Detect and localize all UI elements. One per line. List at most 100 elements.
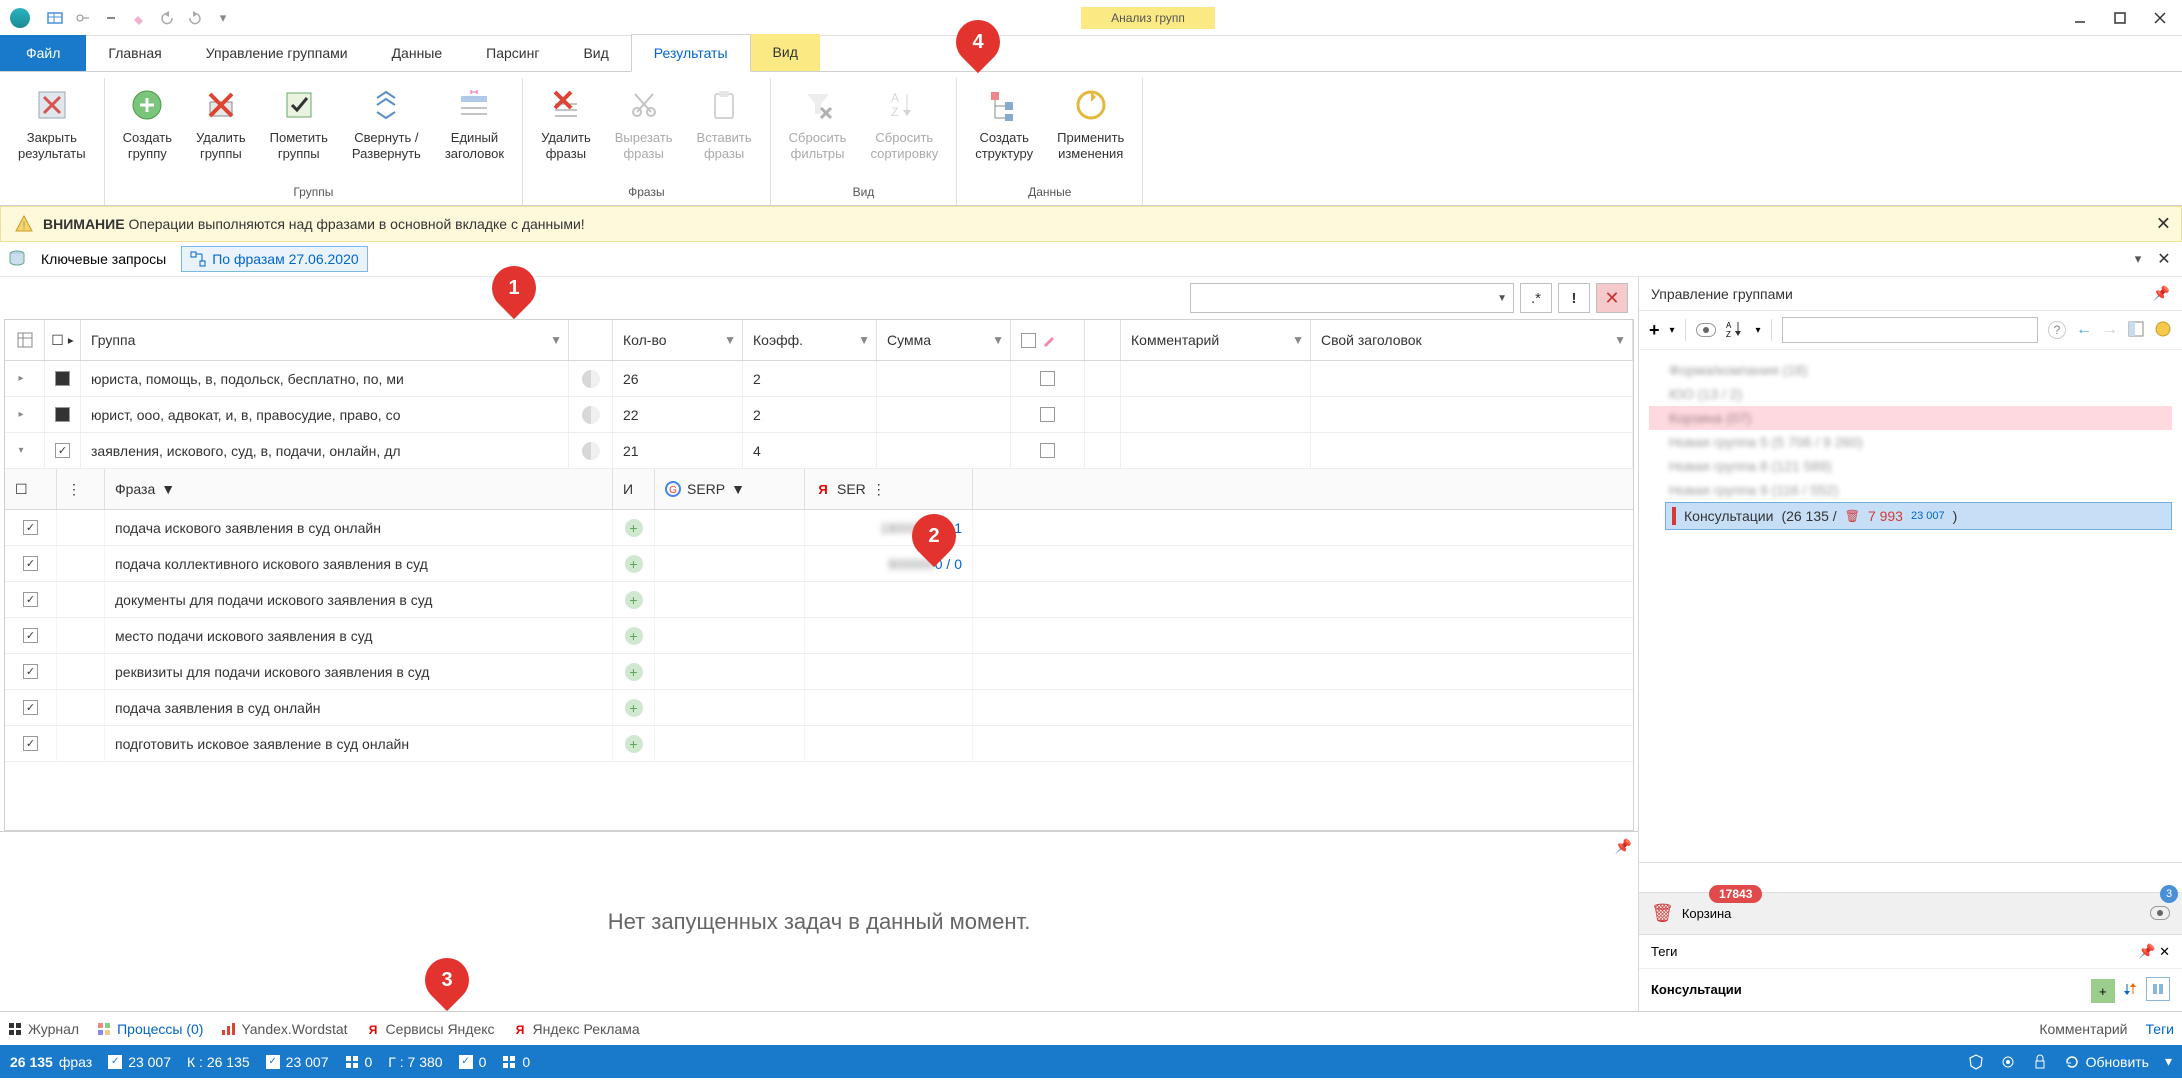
- status-settings-icon[interactable]: [2000, 1054, 2016, 1070]
- arrow-right-icon[interactable]: →: [2102, 321, 2118, 339]
- filter-icon[interactable]: ▼: [731, 481, 745, 497]
- regex-button[interactable]: .*: [1520, 283, 1552, 313]
- help-icon[interactable]: ?: [2048, 321, 2066, 339]
- minimize-button[interactable]: [2062, 4, 2098, 32]
- subcol-picker-icon[interactable]: ☐: [15, 481, 28, 498]
- btab-comment[interactable]: Комментарий: [2039, 1021, 2127, 1037]
- pin-icon[interactable]: 📌: [2153, 285, 2170, 302]
- plus-icon[interactable]: +: [625, 555, 643, 573]
- eye-icon[interactable]: [2150, 906, 2170, 920]
- row-checkbox[interactable]: [23, 628, 38, 643]
- qat-link-icon[interactable]: [100, 7, 122, 29]
- subcol-menu-icon[interactable]: ⋮: [67, 481, 81, 498]
- add-tag-icon[interactable]: +: [2091, 979, 2115, 1003]
- filter-icon[interactable]: ▼: [724, 333, 736, 347]
- filter-combo[interactable]: ▼: [1190, 283, 1514, 313]
- exact-button[interactable]: !: [1558, 283, 1590, 313]
- sort-az-icon[interactable]: AZ: [1726, 320, 1746, 341]
- tree-item[interactable]: Новая группа 8 (121 589): [1649, 454, 2172, 478]
- plus-icon[interactable]: +: [625, 591, 643, 609]
- tree-item[interactable]: ЮО (13 / 2): [1649, 382, 2172, 406]
- btab-processes[interactable]: Процессы (0): [97, 1021, 203, 1037]
- tree-item[interactable]: Новая группа 5 (5 706 / 9 260): [1649, 430, 2172, 454]
- col-qty[interactable]: Кол-во▼: [613, 320, 743, 360]
- row-checkbox[interactable]: [55, 371, 70, 386]
- qat-key-icon[interactable]: [72, 7, 94, 29]
- collapse-expand-button[interactable]: Свернуть / Развернуть: [344, 78, 429, 181]
- row-checkbox[interactable]: [23, 556, 38, 571]
- delete-groups-button[interactable]: Удалить группы: [188, 78, 254, 181]
- inner-tab-keywords[interactable]: Ключевые запросы: [32, 246, 175, 272]
- qat-undo-icon[interactable]: [156, 7, 178, 29]
- col-custom[interactable]: Свой заголовок▼: [1311, 320, 1633, 360]
- row-checkbox[interactable]: [1040, 443, 1055, 458]
- maximize-button[interactable]: [2102, 4, 2138, 32]
- expander-icon[interactable]: ▸: [19, 373, 31, 385]
- list-item[interactable]: реквизиты для подачи искового заявления …: [5, 654, 1633, 690]
- btab-ads[interactable]: ЯЯндекс Реклама: [513, 1021, 640, 1037]
- col-checkbox[interactable]: [1011, 320, 1085, 360]
- plus-icon[interactable]: +: [625, 699, 643, 717]
- filter-icon[interactable]: ▼: [161, 481, 175, 497]
- col-group[interactable]: Группа▼: [81, 320, 569, 360]
- tab-context-view[interactable]: Вид: [751, 34, 820, 71]
- coin-icon[interactable]: [2154, 320, 2172, 341]
- expander-icon[interactable]: ▸: [19, 409, 31, 421]
- table-row[interactable]: ▾заявления, искового, суд, в, подачи, он…: [5, 433, 1633, 469]
- tab-data[interactable]: Данные: [370, 35, 465, 71]
- row-checkbox[interactable]: [1040, 371, 1055, 386]
- right-combo[interactable]: [1782, 317, 2038, 343]
- clear-filter-button[interactable]: ✕: [1596, 283, 1628, 313]
- inner-tab-byphrases[interactable]: По фразам 27.06.2020: [181, 246, 367, 272]
- tree-item[interactable]: Форма/компания (18): [1649, 358, 2172, 382]
- status-dropdown-icon[interactable]: ▾: [2165, 1053, 2172, 1070]
- qat-erase-icon[interactable]: [128, 7, 150, 29]
- filter-icon[interactable]: ▼: [992, 333, 1004, 347]
- status-refresh-button[interactable]: Обновить: [2064, 1054, 2149, 1070]
- col-comment[interactable]: Комментарий▼: [1121, 320, 1311, 360]
- row-checkbox[interactable]: [23, 592, 38, 607]
- col-coef[interactable]: Коэфф.▼: [743, 320, 877, 360]
- btab-tags[interactable]: Теги: [2146, 1021, 2174, 1037]
- inner-tabs-dropdown[interactable]: ▾: [2128, 251, 2148, 267]
- subcol-and[interactable]: И: [613, 469, 655, 509]
- plus-icon[interactable]: +: [625, 519, 643, 537]
- plus-icon[interactable]: +: [625, 627, 643, 645]
- single-header-button[interactable]: Единый заголовок: [437, 78, 512, 181]
- tree-item[interactable]: Корзина (07): [1649, 406, 2172, 430]
- row-checkbox[interactable]: [1040, 407, 1055, 422]
- tab-view[interactable]: Вид: [561, 35, 630, 71]
- list-item[interactable]: подача искового заявления в суд онлайн+1…: [5, 510, 1633, 546]
- tab-main[interactable]: Главная: [86, 35, 183, 71]
- row-checkbox[interactable]: [55, 407, 70, 422]
- close-window-button[interactable]: [2142, 4, 2178, 32]
- list-item[interactable]: место подачи искового заявления в суд+: [5, 618, 1633, 654]
- eye-icon[interactable]: [1696, 323, 1716, 337]
- column-menu-icon[interactable]: ⋮: [872, 481, 886, 498]
- tag-view-icon[interactable]: [2146, 977, 2170, 1001]
- tab-results[interactable]: Результаты: [631, 34, 751, 72]
- create-group-button[interactable]: Создать группу: [115, 78, 180, 181]
- tab-groups[interactable]: Управление группами: [184, 35, 370, 71]
- btab-services[interactable]: ЯСервисы Яндекс: [366, 1021, 495, 1037]
- subcol-yserp[interactable]: Я SER ⋮: [805, 469, 973, 509]
- close-panel-icon[interactable]: ✕: [2159, 944, 2170, 959]
- row-checkbox[interactable]: [23, 520, 38, 535]
- table-row[interactable]: ▸юрист, ооо, адвокат, и, в, правосудие, …: [5, 397, 1633, 433]
- plus-icon[interactable]: +: [625, 735, 643, 753]
- trash-section[interactable]: 🗑 Корзина 17843 3: [1639, 892, 2182, 934]
- tab-file[interactable]: Файл: [0, 35, 86, 71]
- filter-icon[interactable]: ▼: [858, 333, 870, 347]
- list-item[interactable]: документы для подачи искового заявления …: [5, 582, 1633, 618]
- qat-table-icon[interactable]: [44, 7, 66, 29]
- subcol-phrase[interactable]: Фраза▼: [105, 469, 613, 509]
- row-checkbox[interactable]: [23, 700, 38, 715]
- selected-tag[interactable]: Консультации: [1651, 982, 1742, 997]
- qat-overflow-icon[interactable]: ▾: [212, 7, 234, 29]
- delete-phrases-button[interactable]: Удалить фразы: [533, 78, 599, 181]
- add-group-icon[interactable]: +: [1649, 320, 1660, 341]
- arrow-left-icon[interactable]: ←: [2076, 321, 2092, 339]
- tree-item[interactable]: Новая группа 9 (116 / 552): [1649, 478, 2172, 502]
- apply-changes-button[interactable]: Применить изменения: [1049, 78, 1132, 181]
- sort-tags-icon[interactable]: [2118, 977, 2142, 1001]
